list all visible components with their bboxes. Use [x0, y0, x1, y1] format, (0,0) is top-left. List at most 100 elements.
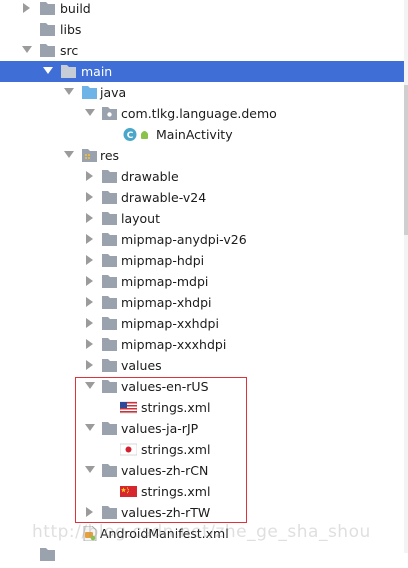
- folder-icon: [102, 421, 118, 436]
- tree-item-androidmanifest[interactable]: AndroidManifest.xml: [0, 523, 406, 544]
- chevron-right-icon[interactable]: [84, 334, 96, 355]
- tree-item-res[interactable]: res: [0, 145, 406, 166]
- chevron-down-icon[interactable]: [63, 145, 75, 166]
- tree-item-label: mipmap-xxhdpi: [121, 316, 219, 331]
- tree-item-label: values-zh-rCN: [121, 463, 209, 478]
- tree-item-values[interactable]: values: [0, 355, 406, 376]
- tree-item-label: java: [100, 85, 127, 100]
- folder-icon: [102, 295, 118, 310]
- tree-item-libs[interactable]: libs: [0, 19, 406, 40]
- svg-text:C: C: [127, 131, 134, 141]
- folder-icon: [102, 358, 118, 373]
- tree-item-label: values-en-rUS: [121, 379, 209, 394]
- folder-icon: [102, 169, 118, 184]
- tree-item-label: strings.xml: [141, 400, 211, 415]
- tree-item-label: values: [121, 358, 162, 373]
- tree-item-label: values-ja-rJP: [121, 421, 199, 436]
- folder-icon: [102, 463, 118, 478]
- tree-item-src[interactable]: src: [0, 40, 406, 61]
- chevron-down-icon[interactable]: [84, 460, 96, 481]
- tree-item-values-zh-rtw[interactable]: values-zh-rTW: [0, 502, 406, 523]
- chevron-right-icon[interactable]: [84, 292, 96, 313]
- cn-flag-icon: [120, 484, 137, 499]
- tree-item-mipmap-xxxhdpi[interactable]: mipmap-xxxhdpi: [0, 334, 406, 355]
- tree-item-drawable-v24[interactable]: drawable-v24: [0, 187, 406, 208]
- folder-icon: [102, 232, 118, 247]
- tree-item-label: mipmap-hdpi: [121, 253, 205, 268]
- tree-item-mainactivity[interactable]: C MainActivity: [0, 124, 406, 145]
- manifest-file-icon: [82, 525, 98, 542]
- jp-flag-icon: [119, 442, 138, 457]
- tree-item-label: mipmap-mdpi: [121, 274, 209, 289]
- chevron-right-icon[interactable]: [84, 166, 96, 187]
- chevron-right-icon[interactable]: [21, 0, 33, 19]
- res-folder-icon: [82, 148, 98, 163]
- tree-item-label: MainActivity: [156, 127, 233, 142]
- tree-item-values-en-rus[interactable]: values-en-rUS: [0, 376, 406, 397]
- folder-icon: [102, 337, 118, 352]
- tree-item-mipmap-hdpi[interactable]: mipmap-hdpi: [0, 250, 406, 271]
- tree-item-label: values-zh-rTW: [121, 505, 211, 520]
- tree-item-strings-ja-jp[interactable]: strings.xml: [0, 439, 406, 460]
- tree-item-label: strings.xml: [141, 484, 211, 499]
- android-icon: [140, 127, 150, 142]
- folder-icon: [40, 1, 56, 16]
- project-tree: build libs src main java com.tlkg.langua…: [0, 0, 408, 561]
- tree-item-values-zh-rcn[interactable]: values-zh-rCN: [0, 460, 406, 481]
- chevron-down-icon[interactable]: [63, 82, 75, 103]
- folder-icon: [102, 274, 118, 289]
- chevron-right-icon[interactable]: [84, 355, 96, 376]
- class-icon: C: [123, 127, 139, 142]
- chevron-right-icon[interactable]: [84, 502, 96, 523]
- chevron-right-icon[interactable]: [84, 313, 96, 334]
- tree-item-label: drawable-v24: [121, 190, 207, 205]
- tree-item-mipmap-anydpi-v26[interactable]: mipmap-anydpi-v26: [0, 229, 406, 250]
- tree-item-label: layout: [121, 211, 161, 226]
- tree-item-build[interactable]: build: [0, 0, 406, 19]
- scrollbar-thumb[interactable]: [404, 85, 408, 235]
- folder-icon: [40, 22, 56, 37]
- package-icon: [102, 106, 118, 121]
- chevron-right-icon[interactable]: [84, 229, 96, 250]
- tree-item-label: src: [60, 43, 79, 58]
- chevron-right-icon[interactable]: [84, 187, 96, 208]
- folder-icon: [102, 253, 118, 268]
- tree-item-label: com.tlkg.language.demo: [121, 106, 277, 121]
- chevron-right-icon[interactable]: [84, 271, 96, 292]
- tree-item-strings-en-us[interactable]: strings.xml: [0, 397, 406, 418]
- chevron-right-icon[interactable]: [84, 250, 96, 271]
- tree-item-label: main: [81, 64, 113, 79]
- folder-icon: [40, 547, 56, 562]
- tree-item-values-ja-rjp[interactable]: values-ja-rJP: [0, 418, 406, 439]
- chevron-down-icon[interactable]: [21, 40, 33, 61]
- tree-item-label: mipmap-xhdpi: [121, 295, 212, 310]
- tree-item-label: drawable: [121, 169, 179, 184]
- tree-item-label: res: [100, 148, 120, 163]
- tree-item-mipmap-xhdpi[interactable]: mipmap-xhdpi: [0, 292, 406, 313]
- tree-item-mipmap-xxhdpi[interactable]: mipmap-xxhdpi: [0, 313, 406, 334]
- tree-item-package[interactable]: com.tlkg.language.demo: [0, 103, 406, 124]
- folder-icon: [102, 316, 118, 331]
- tree-item-java[interactable]: java: [0, 82, 406, 103]
- tree-item-label: AndroidManifest.xml: [100, 526, 229, 541]
- scrollbar-track[interactable]: [404, 0, 408, 553]
- us-flag-icon: [119, 400, 138, 415]
- tree-item-main[interactable]: main: [0, 61, 406, 82]
- chevron-down-icon[interactable]: [84, 418, 96, 439]
- chevron-right-icon[interactable]: [84, 208, 96, 229]
- chevron-down-icon[interactable]: [42, 61, 54, 82]
- folder-icon: [40, 43, 56, 58]
- tree-item-drawable[interactable]: drawable: [0, 166, 406, 187]
- tree-item-label: mipmap-xxxhdpi: [121, 337, 227, 352]
- chevron-down-icon[interactable]: [84, 376, 96, 397]
- tree-item-label: strings.xml: [141, 442, 211, 457]
- tree-item-label: libs: [60, 22, 82, 37]
- folder-icon: [102, 211, 118, 226]
- tree-item-mipmap-mdpi[interactable]: mipmap-mdpi: [0, 271, 406, 292]
- chevron-down-icon[interactable]: [84, 103, 96, 124]
- tree-item-strings-zh-cn[interactable]: strings.xml: [0, 481, 406, 502]
- tree-item-layout[interactable]: layout: [0, 208, 406, 229]
- folder-icon: [102, 505, 118, 520]
- tree-item-label: mipmap-anydpi-v26: [121, 232, 247, 247]
- source-folder-icon: [82, 85, 98, 100]
